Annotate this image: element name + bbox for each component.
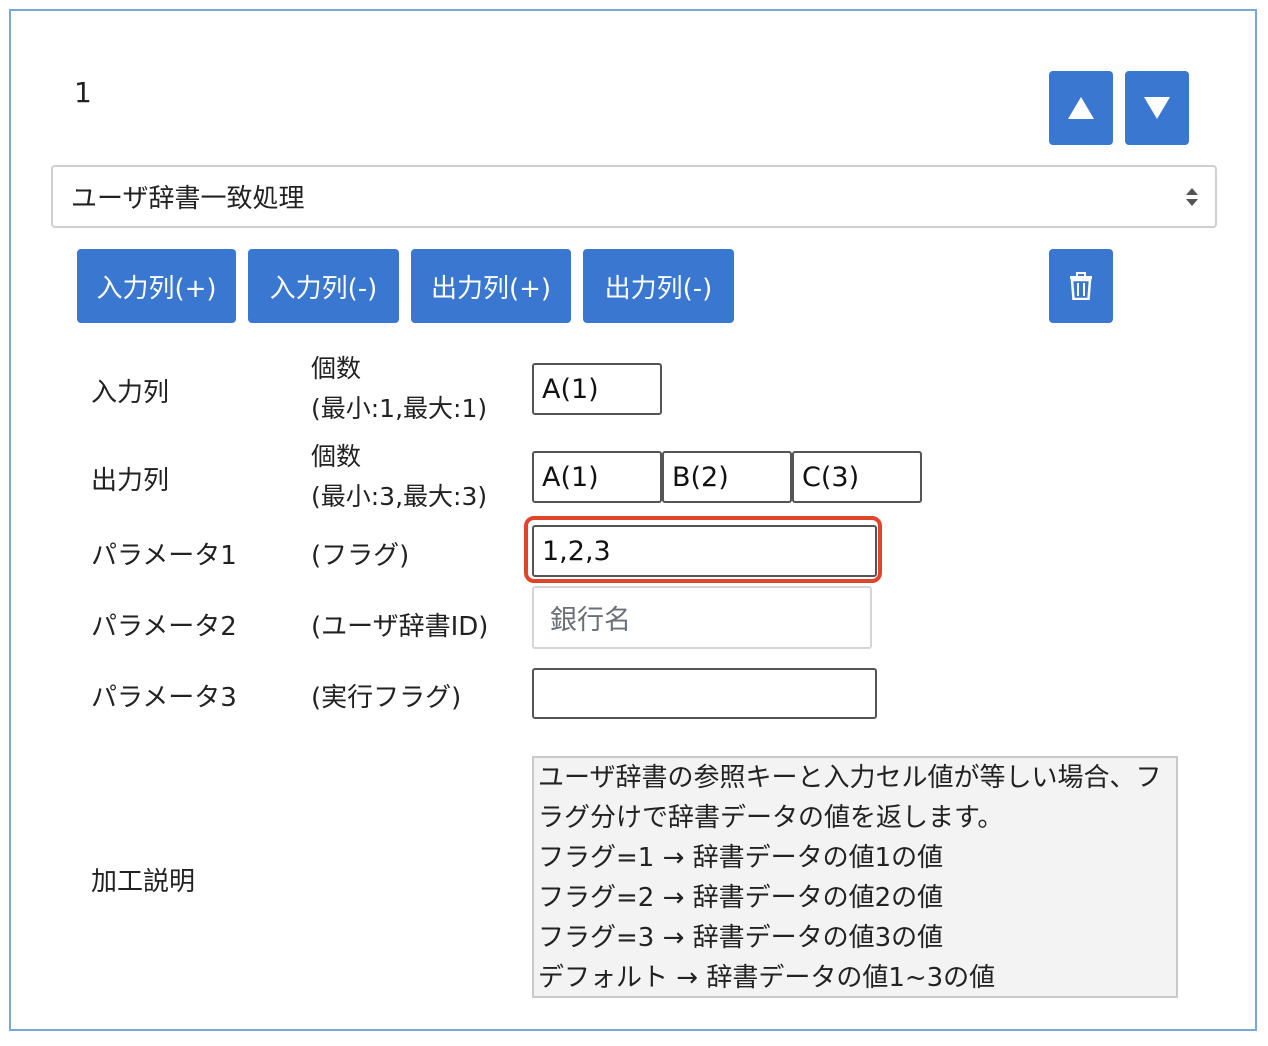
- sort-caret-icon: [1186, 188, 1198, 206]
- description-line: デフォルト → 辞書データの値1~3の値: [538, 963, 996, 993]
- param1-label: パラメータ1: [91, 541, 237, 571]
- param2-hint: (ユーザ辞書ID): [311, 612, 489, 642]
- input-columns-label: 入力列: [91, 378, 170, 408]
- output-count-range: (最小:3,最大:3): [311, 482, 488, 511]
- description-line: ラグ分けで辞書データの値を返します。: [538, 803, 1004, 833]
- trash-icon: [1070, 272, 1092, 300]
- param3-hint: (実行フラグ): [311, 683, 462, 713]
- triangle-down-icon: [1144, 97, 1170, 119]
- remove-output-column-button[interactable]: 出力列(-): [583, 249, 734, 323]
- description-line: フラグ=1 → 辞書データの値1の値: [538, 843, 944, 873]
- output-count-label: 個数: [311, 442, 362, 471]
- param1-input[interactable]: 1,2,3: [532, 525, 877, 577]
- add-output-column-button[interactable]: 出力列(+): [411, 249, 571, 323]
- input-count-range: (最小:1,最大:1): [311, 394, 488, 423]
- process-select-value: ユーザ辞書一致処理: [71, 184, 305, 214]
- description-label: 加工説明: [91, 867, 196, 897]
- param1-hint: (フラグ): [311, 541, 410, 571]
- param2-label: パラメータ2: [91, 612, 237, 642]
- remove-input-column-button[interactable]: 入力列(-): [248, 249, 399, 323]
- output-columns-label: 出力列: [91, 466, 170, 496]
- move-down-button[interactable]: [1125, 71, 1189, 145]
- output-column-field[interactable]: B(2): [662, 451, 792, 503]
- move-up-button[interactable]: [1049, 71, 1113, 145]
- description-line: フラグ=2 → 辞書データの値2の値: [538, 883, 944, 913]
- output-column-field[interactable]: A(1): [532, 451, 662, 503]
- step-number: 1: [74, 76, 92, 109]
- param2-field[interactable]: 銀行名: [532, 586, 872, 649]
- add-input-column-button[interactable]: 入力列(+): [77, 249, 236, 323]
- input-count-label: 個数: [311, 354, 362, 383]
- output-column-field[interactable]: C(3): [792, 451, 922, 503]
- param3-label: パラメータ3: [91, 683, 237, 713]
- triangle-up-icon: [1068, 97, 1094, 119]
- description-line: ユーザ辞書の参照キーと入力セル値が等しい場合、フ: [538, 763, 1162, 793]
- delete-step-button[interactable]: [1049, 249, 1113, 323]
- param3-input[interactable]: [532, 668, 877, 719]
- process-select[interactable]: ユーザ辞書一致処理: [51, 165, 1217, 228]
- description-box: ユーザ辞書の参照キーと入力セル値が等しい場合、フ ラグ分けで辞書データの値を返し…: [532, 756, 1178, 998]
- description-line: フラグ=3 → 辞書データの値3の値: [538, 923, 944, 953]
- input-column-field[interactable]: A(1): [532, 363, 662, 415]
